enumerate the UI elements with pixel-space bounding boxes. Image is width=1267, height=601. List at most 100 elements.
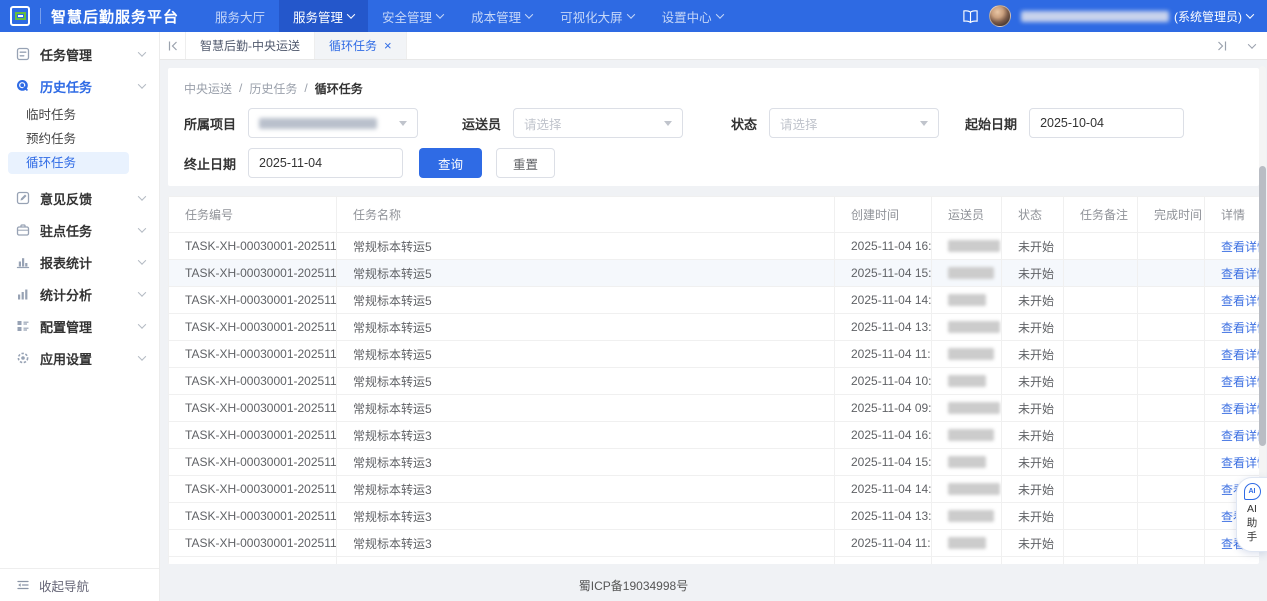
task-name-cell: 常规标本转运3 [337, 422, 835, 449]
user-menu[interactable]: (系统管理员) [1021, 8, 1253, 25]
finished-time-cell [1138, 449, 1205, 476]
tab-central-transport[interactable]: 智慧后勤-中央运送 [186, 32, 315, 59]
courier-cell [932, 395, 1002, 422]
remark-cell [1064, 422, 1138, 449]
topnav-cost-management[interactable]: 成本管理 [457, 0, 546, 32]
created-time-cell: 2025-11-04 16:30 [835, 422, 932, 449]
view-detail-link[interactable]: 查看详情 [1221, 456, 1259, 470]
table-row: TASK-XH-00030001-20251104-00006 常规标本转运5 … [169, 260, 1260, 287]
breadcrumb-separator: / [304, 81, 307, 95]
remark-cell [1064, 530, 1138, 557]
tabs-scroll-right-icon[interactable] [1207, 32, 1237, 59]
tab-bar: 智慧后勤-中央运送 循环任务 × [160, 32, 1267, 60]
close-icon[interactable]: × [384, 39, 392, 52]
view-detail-link[interactable]: 查看详情 [1221, 348, 1259, 362]
topnav-settings-center[interactable]: 设置中心 [648, 0, 737, 32]
task-id-cell: TASK-XH-00030001-20251104-00006 [169, 260, 337, 287]
created-time-cell: 2025-11-04 14:20 [835, 476, 932, 503]
view-detail-link[interactable]: 查看详情 [1221, 267, 1259, 281]
app-window: 智慧后勤服务平台 服务大厅 服务管理 安全管理 成本管理 可视化大屏 设置中心 … [0, 0, 1267, 601]
topnav-visualization-screen[interactable]: 可视化大屏 [546, 0, 648, 32]
sidebar-item-label: 任务管理 [40, 45, 139, 64]
collapse-navigation-button[interactable]: 收起导航 [0, 568, 159, 601]
vertical-scrollbar[interactable] [1259, 66, 1266, 536]
sidebar-menu: 任务管理 历史任务 临时任务 预约任务 循环任务 意见反馈 [0, 32, 159, 568]
courier-select[interactable]: 请选择 [513, 108, 683, 138]
sidebar-subitem-temporary-tasks[interactable]: 临时任务 [0, 104, 159, 126]
page-footer: 蜀ICP备19034998号 [160, 570, 1267, 601]
breadcrumb-history-tasks[interactable]: 历史任务 [249, 80, 297, 97]
courier-name-redacted [948, 294, 986, 306]
task-id-cell: TASK-XH-00030001-20251104-00003 [169, 341, 337, 368]
top-navigation: 服务大厅 服务管理 安全管理 成本管理 可视化大屏 设置中心 [201, 0, 737, 32]
end-date-input[interactable] [248, 148, 403, 178]
tab-recurring-tasks[interactable]: 循环任务 × [315, 32, 407, 59]
view-detail-link[interactable]: 查看详情 [1221, 429, 1259, 443]
task-name-cell: 常规标本转运5 [337, 341, 835, 368]
tab-label: 智慧后勤-中央运送 [200, 37, 300, 54]
created-time-cell: 2025-11-04 14:20 [835, 287, 932, 314]
created-time-cell: 2025-11-04 15:20 [835, 449, 932, 476]
chevron-down-icon [347, 10, 355, 18]
task-id-cell: TASK-XH-00030001-20251104-00002 [169, 368, 337, 395]
project-label: 所属项目 [184, 114, 236, 133]
table-row: TASK-XH-00030001-20251104-00021 常规标本转运3 … [169, 422, 1260, 449]
project-select[interactable] [248, 108, 418, 138]
courier-name-redacted [948, 483, 1000, 495]
tabs-scroll-left-icon[interactable] [160, 32, 186, 59]
sidebar-item-history-tasks[interactable]: 历史任务 [0, 70, 159, 102]
status-select[interactable]: 请选择 [769, 108, 939, 138]
topnav-safety-management[interactable]: 安全管理 [368, 0, 457, 32]
collapse-nav-icon [16, 578, 30, 592]
user-avatar[interactable] [989, 5, 1011, 27]
view-detail-link[interactable]: 查看详情 [1221, 321, 1259, 335]
courier-name-redacted [948, 429, 994, 441]
filter-row-2: 终止日期 查询 重置 [184, 148, 1243, 178]
main-area: 智慧后勤-中央运送 循环任务 × 中央运送/ 历史任务/ 循环任务 [160, 32, 1267, 601]
breadcrumb-central-transport[interactable]: 中央运送 [184, 80, 232, 97]
table-row: TASK-XH-00030001-20251104-00019 常规标本转运3 … [169, 476, 1260, 503]
start-date-input[interactable] [1029, 108, 1184, 138]
created-time-cell: 2025-11-04 13:20 [835, 314, 932, 341]
sidebar: 任务管理 历史任务 临时任务 预约任务 循环任务 意见反馈 [0, 32, 160, 601]
reset-button[interactable]: 重置 [496, 148, 555, 178]
topnav-service-hall[interactable]: 服务大厅 [201, 0, 279, 32]
sidebar-subitem-reserved-tasks[interactable]: 预约任务 [0, 128, 159, 150]
table-row: TASK-XH-00030001-20251104-00020 常规标本转运3 … [169, 449, 1260, 476]
sidebar-item-statistical-analysis[interactable]: 统计分析 [0, 278, 159, 310]
ai-assistant-button[interactable]: AI AI 助 手 [1236, 477, 1267, 552]
topnav-service-management[interactable]: 服务管理 [279, 0, 368, 32]
gear-icon [16, 351, 30, 365]
tabs-menu-chevron-icon[interactable] [1237, 32, 1267, 59]
finished-time-cell [1138, 314, 1205, 341]
status-cell: 未开始 [1002, 287, 1064, 314]
tab-label: 循环任务 [329, 37, 377, 54]
app-logo-icon [10, 6, 30, 26]
sidebar-subitem-recurring-tasks[interactable]: 循环任务 [8, 152, 129, 174]
finished-time-cell [1138, 395, 1205, 422]
sidebar-item-config-management[interactable]: 配置管理 [0, 310, 159, 342]
sidebar-item-feedback[interactable]: 意见反馈 [0, 182, 159, 214]
status-cell: 未开始 [1002, 422, 1064, 449]
remark-cell [1064, 395, 1138, 422]
status-label: 状态 [731, 114, 757, 133]
task-id-cell: TASK-XH-00030001-20251104-00004 [169, 314, 337, 341]
search-button[interactable]: 查询 [419, 148, 482, 178]
scrollbar-thumb[interactable] [1259, 166, 1266, 446]
sidebar-item-station-tasks[interactable]: 驻点任务 [0, 214, 159, 246]
status-cell: 未开始 [1002, 260, 1064, 287]
sidebar-item-task-management[interactable]: 任务管理 [0, 38, 159, 70]
col-created-time: 创建时间 [835, 197, 932, 233]
task-name-cell: 常规标本转运3 [337, 503, 835, 530]
view-detail-link[interactable]: 查看详情 [1221, 240, 1259, 254]
sidebar-item-report-statistics[interactable]: 报表统计 [0, 246, 159, 278]
task-name-cell: 常规标本转运5 [337, 260, 835, 287]
courier-cell [932, 287, 1002, 314]
sidebar-item-app-settings[interactable]: 应用设置 [0, 342, 159, 374]
view-detail-link[interactable]: 查看详情 [1221, 294, 1259, 308]
view-detail-link[interactable]: 查看详情 [1221, 402, 1259, 416]
manual-book-icon[interactable] [962, 9, 979, 24]
chevron-down-icon [138, 352, 146, 360]
briefcase-icon [16, 223, 30, 237]
view-detail-link[interactable]: 查看详情 [1221, 375, 1259, 389]
